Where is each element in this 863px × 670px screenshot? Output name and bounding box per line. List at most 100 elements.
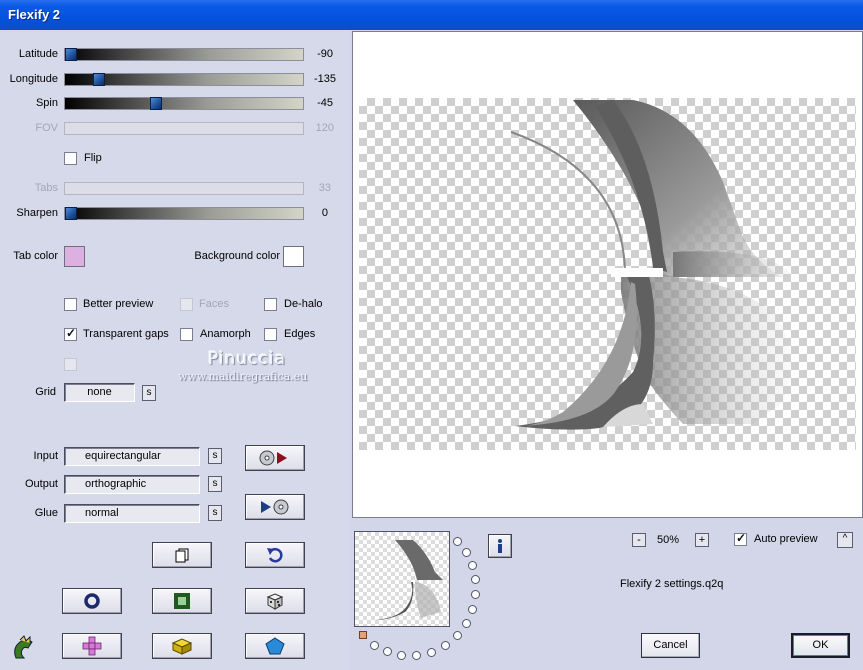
latitude-slider[interactable] xyxy=(64,48,304,61)
cross-net-button[interactable] xyxy=(62,633,122,659)
cross-net-icon xyxy=(82,636,102,656)
flip-label: Flip xyxy=(84,152,102,164)
undo-icon xyxy=(267,547,283,563)
load-settings-button[interactable] xyxy=(245,445,305,471)
input-s-button[interactable]: s xyxy=(208,448,222,464)
cancel-button[interactable]: Cancel xyxy=(641,633,700,658)
copy-icon xyxy=(175,548,189,563)
better-preview-label: Better preview xyxy=(83,298,154,310)
rotation-dot[interactable] xyxy=(370,641,379,650)
de-halo-checkbox[interactable] xyxy=(264,298,277,311)
ok-button[interactable]: OK xyxy=(791,633,850,658)
extra-checkbox[interactable] xyxy=(64,358,77,371)
output-s-button[interactable]: s xyxy=(208,476,222,492)
info-icon xyxy=(498,539,502,553)
spin-slider[interactable] xyxy=(64,97,304,110)
tabs-label: Tabs xyxy=(34,182,58,194)
thumbnail-preview[interactable] xyxy=(354,531,450,627)
zoom-out-button[interactable]: - xyxy=(632,533,646,547)
fov-value: 120 xyxy=(315,122,334,134)
sharpen-slider-thumb[interactable] xyxy=(65,207,77,220)
watermark-name: Pinuccia xyxy=(208,349,286,369)
faces-label: Faces xyxy=(199,298,229,310)
rotation-dot[interactable] xyxy=(412,651,421,660)
input-label: Input xyxy=(33,450,58,462)
preview-render-image xyxy=(510,100,793,430)
background-color-swatch[interactable] xyxy=(283,246,304,267)
dice-icon xyxy=(266,593,284,610)
rotation-dot[interactable] xyxy=(453,537,462,546)
spin-value: -45 xyxy=(317,97,333,109)
spin-slider-thumb[interactable] xyxy=(150,97,162,110)
orientation-handle[interactable] xyxy=(359,631,367,639)
info-button[interactable] xyxy=(488,534,512,558)
rotation-dot[interactable] xyxy=(453,631,462,640)
checkmark-icon: ✓ xyxy=(736,531,747,545)
square-frame-button[interactable] xyxy=(152,588,212,614)
window-title: Flexify 2 xyxy=(8,7,61,22)
sharpen-label: Sharpen xyxy=(16,207,58,219)
faces-checkbox[interactable] xyxy=(180,298,193,311)
grid-s-button[interactable]: s xyxy=(142,385,156,401)
latitude-label: Latitude xyxy=(18,48,58,60)
expand-up-button[interactable]: ^ xyxy=(837,532,853,548)
tabs-value: 33 xyxy=(318,182,331,194)
longitude-slider-thumb[interactable] xyxy=(93,73,105,86)
zoom-in-button[interactable]: + xyxy=(695,533,709,547)
grid-label: Grid xyxy=(35,386,56,398)
random-button[interactable] xyxy=(245,588,305,614)
sharpen-value: 0 xyxy=(321,207,328,219)
checkmark-icon: ✓ xyxy=(66,326,77,340)
tabs-slider[interactable] xyxy=(64,182,304,195)
glue-s-button[interactable]: s xyxy=(208,505,222,521)
zoom-level: 50% xyxy=(656,534,680,546)
main-preview[interactable] xyxy=(352,31,863,518)
save-settings-button[interactable] xyxy=(245,494,305,520)
better-preview-checkbox[interactable] xyxy=(64,298,77,311)
sharpen-slider[interactable] xyxy=(64,207,304,220)
latitude-slider-thumb[interactable] xyxy=(65,48,77,61)
background-color-label: Background color xyxy=(194,250,280,262)
edges-checkbox[interactable] xyxy=(264,328,277,341)
flip-checkbox[interactable] xyxy=(64,152,77,165)
transparent-gaps-checkbox[interactable]: ✓ xyxy=(64,326,77,341)
cube-button[interactable] xyxy=(152,633,212,659)
longitude-value: -135 xyxy=(313,73,336,85)
tab-color-label: Tab color xyxy=(13,250,58,262)
settings-filename: Flexify 2 settings.q2q xyxy=(620,578,724,590)
rotation-dot[interactable] xyxy=(397,651,406,660)
play-disc-icon xyxy=(261,499,289,515)
rotation-dot[interactable] xyxy=(427,648,436,657)
undo-button[interactable] xyxy=(245,542,305,568)
auto-preview-checkbox[interactable]: ✓ xyxy=(734,531,747,546)
plugin-logo-icon xyxy=(10,634,38,665)
edges-label: Edges xyxy=(284,328,316,340)
thumbnail-render-image xyxy=(375,540,443,620)
output-field[interactable]: orthographic xyxy=(64,475,200,494)
rotation-dot[interactable] xyxy=(462,548,471,557)
auto-preview-label: Auto preview xyxy=(754,533,818,545)
longitude-slider[interactable] xyxy=(64,73,304,86)
longitude-label: Longitude xyxy=(9,73,58,85)
title-bar[interactable]: Flexify 2 xyxy=(0,0,863,30)
transparent-gaps-label: Transparent gaps xyxy=(83,328,169,340)
rotation-dot[interactable] xyxy=(468,561,477,570)
copy-button[interactable] xyxy=(152,542,212,568)
anamorph-checkbox[interactable] xyxy=(180,328,193,341)
grid-field[interactable]: none xyxy=(64,383,135,402)
pentagon-button[interactable] xyxy=(245,633,305,659)
ring-button[interactable] xyxy=(62,588,122,614)
rotation-dot[interactable] xyxy=(383,647,392,656)
rotation-dot[interactable] xyxy=(471,590,480,599)
input-field[interactable]: equirectangular xyxy=(64,447,200,466)
watermark-url: www.maidiregrafica.eu xyxy=(178,370,308,383)
rotation-dot[interactable] xyxy=(441,641,450,650)
tab-color-swatch[interactable] xyxy=(64,246,85,267)
rotation-dot[interactable] xyxy=(468,605,477,614)
glue-field[interactable]: normal xyxy=(64,504,200,523)
anamorph-label: Anamorph xyxy=(200,328,251,340)
rotation-dot[interactable] xyxy=(462,619,471,628)
rotation-dot[interactable] xyxy=(471,575,480,584)
pentagon-icon xyxy=(265,637,285,655)
fov-slider[interactable] xyxy=(64,122,304,135)
